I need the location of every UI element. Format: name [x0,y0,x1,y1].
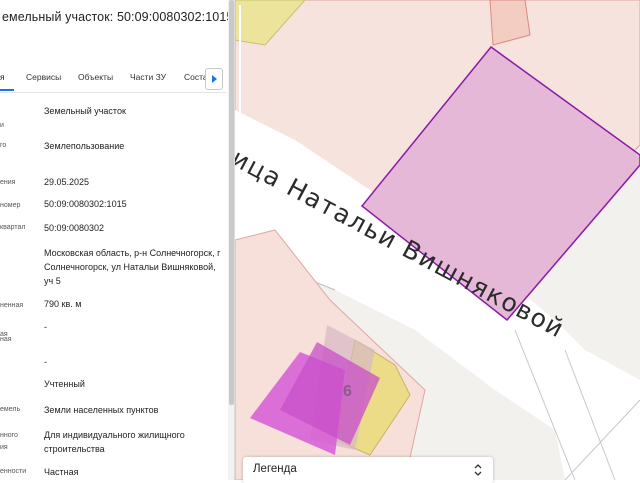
row-label: ненная [0,302,24,309]
row-value-kind: Землепользование [44,141,125,151]
row-value-ownership: Частная [44,467,79,477]
row-label: ения [0,179,16,186]
row-value-category: Земли населенных пунктов [44,405,159,415]
panel-scrollbar-thumb[interactable] [229,0,234,405]
row-label: номер [0,202,21,209]
legend-dropdown[interactable]: Легенда [243,457,493,483]
map-view[interactable]: лица Натальи Вишняковой 6 [235,0,640,480]
row-label: и [0,122,4,129]
row-label: го [0,142,7,149]
tab-info[interactable]: я [0,72,5,82]
row-value-area: 790 кв. м [44,299,82,309]
page-title: емельный участок: 50:09:0080302:1015 [2,10,234,24]
row-value-quarter: 50:09:0080302 [44,223,105,233]
row-value-date: 29.05.2025 [44,177,90,187]
row-value-status: Учтенный [44,379,85,389]
chevron-right-icon [212,75,217,83]
map-canvas[interactable] [235,0,640,480]
row-value-dash: - [44,322,47,332]
chevron-updown-icon [474,464,482,476]
parcel-number-label: 6 [343,383,352,400]
tab-services[interactable]: Сервисы [26,72,61,82]
row-value-permitted-use: Для индивидуального жилищного строительс… [44,430,185,454]
row-label: емель [0,406,21,413]
row-value-type: Земельный участок [44,106,126,116]
row-label: нного [0,432,18,439]
legend-label: Легенда [253,463,297,475]
tab-parts[interactable]: Части ЗУ [130,72,166,82]
tab-objects[interactable]: Объекты [78,72,113,82]
row-label: ная [0,336,12,343]
tab-bar: я Сервисы Объекты Части ЗУ Соста [0,64,226,93]
row-label: енности [0,468,27,475]
row-label: ия [0,444,8,451]
row-value-cadastral-number: 50:09:0080302:1015 [44,199,127,209]
row-value-address: Московская область, р-н Солнечногорск, г… [44,248,221,286]
tabs-next-button[interactable] [205,68,223,90]
active-tab-indicator [0,89,14,91]
row-label: квартал [0,224,26,231]
info-panel: емельный участок: 50:09:0080302:1015 я С… [0,0,235,480]
row-value-dash: - [44,357,47,367]
